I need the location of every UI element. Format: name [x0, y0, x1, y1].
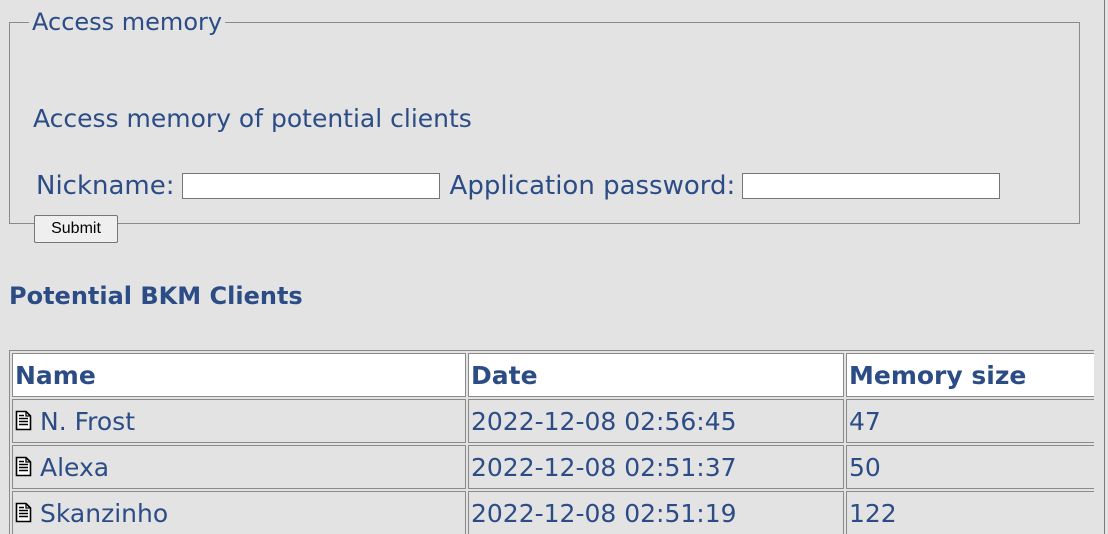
client-name[interactable]: N. Frost	[40, 407, 135, 436]
client-date-cell: 2022-12-08 02:51:19	[468, 491, 844, 534]
column-header-date: Date	[468, 353, 844, 397]
column-header-memory-size: Memory size	[846, 353, 1094, 397]
page-right-border	[1104, 0, 1105, 534]
table-row[interactable]: Alexa 2022-12-08 02:51:37 50	[12, 445, 1094, 489]
client-name-cell[interactable]: Alexa	[12, 445, 466, 489]
application-password-input[interactable]	[742, 173, 1001, 199]
access-memory-legend: Access memory	[32, 8, 223, 36]
table-row[interactable]: Skanzinho 2022-12-08 02:51:19 122	[12, 491, 1094, 534]
document-icon	[15, 410, 32, 431]
client-memory-size-cell: 122	[846, 491, 1094, 534]
clients-heading: Potential BKM Clients	[9, 282, 303, 310]
table-header-row: Name Date Memory size	[12, 353, 1094, 397]
clients-table: Name Date Memory size N. Frost 2022-12-0…	[9, 350, 1094, 534]
application-password-label: Application password:	[449, 171, 736, 201]
access-description: Access memory of potential clients	[33, 104, 472, 133]
client-name[interactable]: Skanzinho	[40, 499, 168, 528]
document-icon	[15, 502, 32, 523]
submit-button[interactable]: Submit	[34, 215, 118, 243]
client-date-cell: 2022-12-08 02:51:37	[468, 445, 844, 489]
client-name[interactable]: Alexa	[40, 453, 109, 482]
client-memory-size-cell: 50	[846, 445, 1094, 489]
nickname-input[interactable]	[181, 173, 440, 199]
document-icon	[15, 456, 32, 477]
nickname-label: Nickname:	[36, 171, 175, 201]
client-name-cell[interactable]: Skanzinho	[12, 491, 466, 534]
login-form-row: Nickname: Application password:	[36, 168, 1001, 204]
access-memory-fieldset: Access memory Access memory of potential…	[9, 8, 1080, 243]
clients-table-wrapper: Name Date Memory size N. Frost 2022-12-0…	[9, 350, 1094, 534]
client-memory-size-cell: 47	[846, 399, 1094, 443]
column-header-name: Name	[12, 353, 466, 397]
client-date-cell: 2022-12-08 02:56:45	[468, 399, 844, 443]
client-name-cell[interactable]: N. Frost	[12, 399, 466, 443]
table-row[interactable]: N. Frost 2022-12-08 02:56:45 47	[12, 399, 1094, 443]
